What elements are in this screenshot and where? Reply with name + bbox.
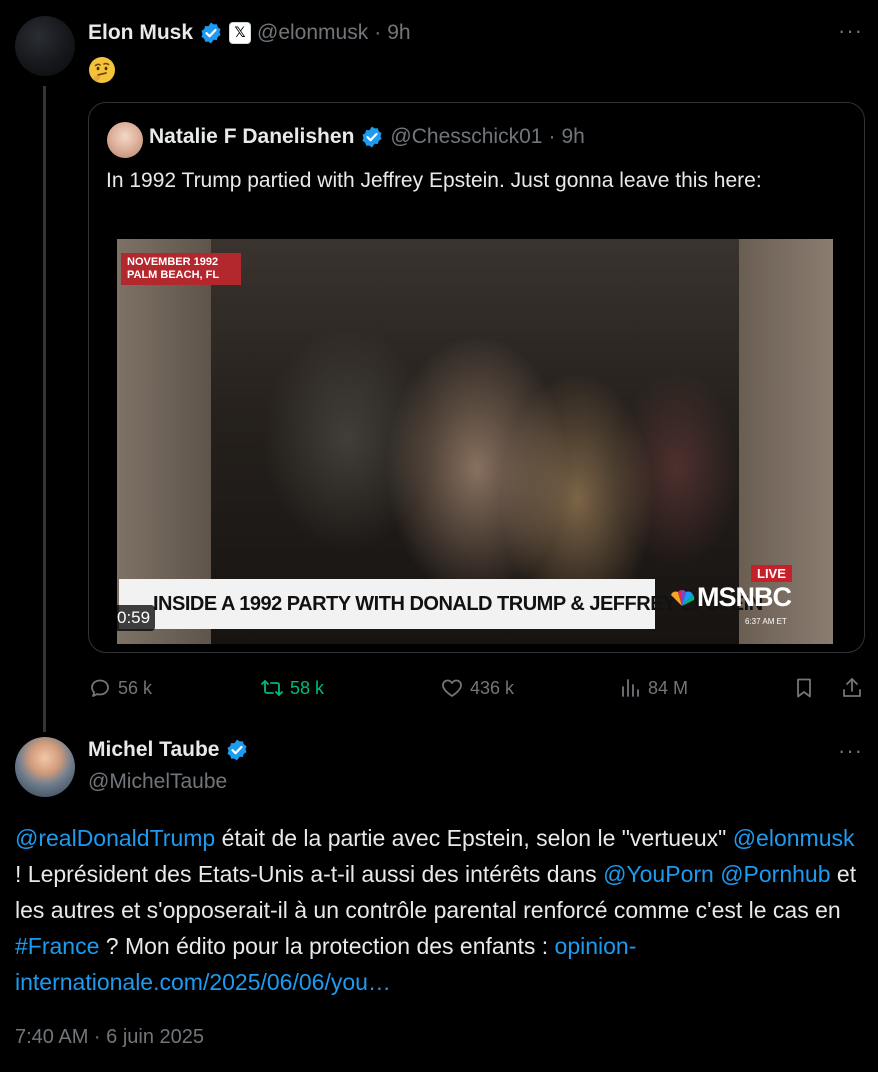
thread-connector-line (43, 86, 46, 732)
bookmark-icon (797, 678, 811, 698)
reply-count: 56 k (118, 677, 153, 698)
mention-realdonaldtrump[interactable]: @realDonaldTrump (15, 825, 215, 851)
repost-icon (261, 680, 283, 696)
avatar-elon-musk[interactable] (15, 16, 75, 76)
reply-author-name[interactable]: Michel Taube (88, 738, 219, 762)
share-button[interactable] (840, 672, 864, 704)
more-options-icon[interactable]: ··· (838, 18, 863, 44)
reply-icon (91, 679, 109, 697)
thinking-face-emoji-icon (89, 57, 115, 83)
video-player[interactable]: NOVEMBER 1992 PALM BEACH, FL LIVE INSIDE… (117, 239, 833, 644)
bookmark-button[interactable] (792, 672, 816, 704)
reply-author-handle[interactable]: @MichelTaube (88, 770, 227, 794)
verified-badge-icon (227, 739, 247, 761)
mention-pornhub[interactable]: @Pornhub (720, 861, 830, 887)
verified-badge-icon (362, 126, 382, 148)
mention-elonmusk[interactable]: @elonmusk (733, 825, 855, 851)
views-count: 84 M (648, 677, 689, 698)
separator-dot: · (548, 125, 556, 148)
mention-youporn[interactable]: @YouPorn (603, 861, 714, 887)
reply-post-header: Michel Taube (88, 738, 249, 762)
quoted-author-handle[interactable]: @Chesschick01 (390, 125, 542, 149)
text-segment: ? Mon édito pour la protection des enfan… (99, 933, 555, 959)
heart-icon (442, 679, 462, 697)
action-bar: 56 k 58 k 436 k 84 M (88, 672, 868, 704)
quoted-post-header: Natalie F Danelishen @Chesschick01 · 9h (149, 125, 585, 149)
verified-badge-icon (201, 22, 221, 44)
views-button[interactable]: 84 M (618, 672, 688, 704)
peacock-icon (671, 589, 695, 606)
views-icon (622, 679, 639, 697)
news-chyron: INSIDE A 1992 PARTY WITH DONALD TRUMP & … (119, 579, 763, 629)
date-tag-line-1: NOVEMBER 1992 (127, 256, 219, 268)
avatar-natalie[interactable] (107, 122, 143, 158)
more-options-icon[interactable]: ··· (838, 738, 863, 764)
separator-dot: · (374, 21, 382, 44)
like-button[interactable]: 436 k (440, 672, 514, 704)
text-segment: était de la partie avec Epstein, selon l… (215, 825, 733, 851)
text-segment: ! Leprésident des Etats-Unis a-t-il auss… (15, 861, 604, 887)
live-badge: LIVE (751, 565, 792, 582)
repost-count: 58 k (290, 677, 325, 698)
repost-button[interactable]: 58 k (260, 672, 324, 704)
author-handle[interactable]: @elonmusk (257, 21, 368, 45)
network-logo: MSNBC (669, 582, 792, 613)
share-icon (843, 678, 861, 697)
quoted-post-card[interactable]: Natalie F Danelishen @Chesschick01 · 9h … (88, 102, 865, 653)
reply-button[interactable]: 56 k (88, 672, 152, 704)
hashtag-france[interactable]: #France (15, 933, 99, 959)
date-tag-line-2: PALM BEACH, FL (127, 269, 220, 281)
network-name: MSNBC (697, 582, 792, 612)
reply-post-text: @realDonaldTrump était de la partie avec… (15, 820, 865, 1000)
quoted-post-time[interactable]: 9h (561, 125, 584, 149)
avatar-michel-taube[interactable] (15, 737, 75, 797)
quoted-author-name[interactable]: Natalie F Danelishen (149, 125, 354, 149)
post-header: Elon Musk 𝕏 @elonmusk · 9h (88, 19, 411, 47)
like-count: 436 k (470, 677, 515, 698)
video-date-tag: NOVEMBER 1992 PALM BEACH, FL (121, 253, 242, 285)
network-time: 6:37 AM ET (745, 617, 787, 626)
post-time[interactable]: 9h (387, 21, 410, 45)
post-timestamp[interactable]: 7:40 AM · 6 juin 2025 (15, 1026, 204, 1049)
x-affiliate-badge-icon: 𝕏 (229, 22, 252, 44)
quoted-post-text: In 1992 Trump partied with Jeffrey Epste… (106, 169, 762, 192)
video-duration: 0:59 (112, 605, 156, 631)
author-name[interactable]: Elon Musk (88, 21, 193, 45)
